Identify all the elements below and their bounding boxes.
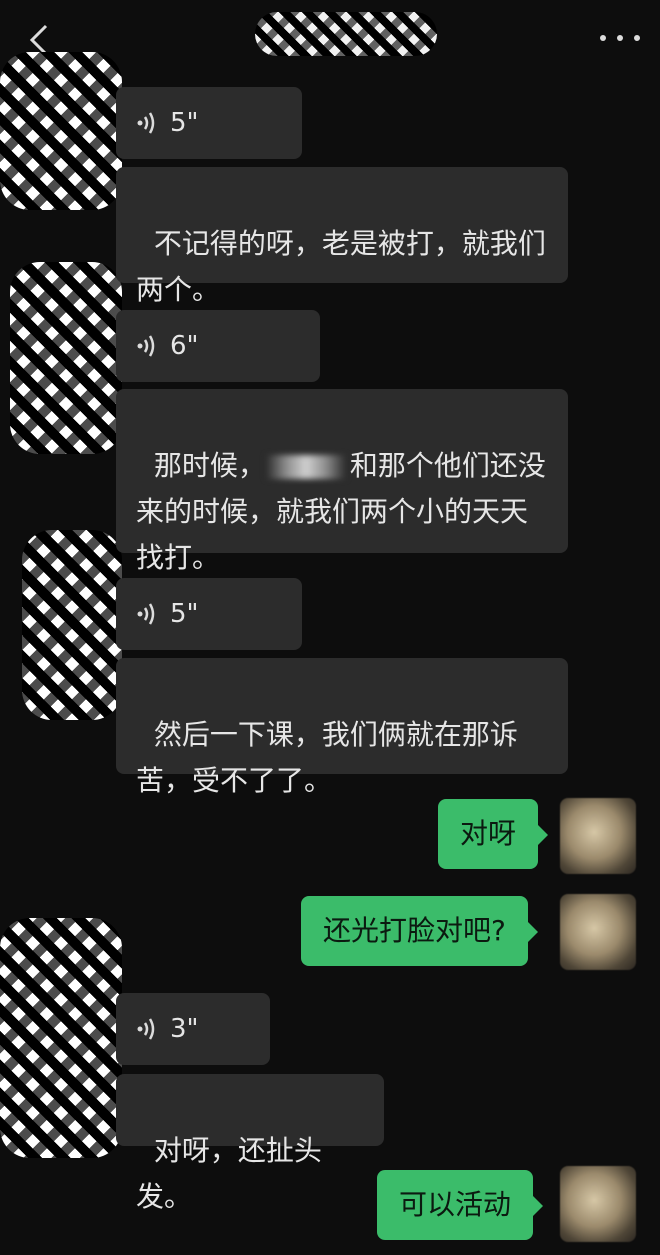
voice-duration: 5" <box>170 108 199 138</box>
message-text: 然后一下课，我们俩就在那诉苦，受不了了。 <box>136 718 518 797</box>
message-text: 还光打脸对吧? <box>323 914 506 947</box>
voice-duration: 6" <box>170 331 199 361</box>
self-avatar[interactable] <box>560 894 636 970</box>
voice-wave-icon <box>136 109 158 137</box>
voice-message[interactable]: 5" <box>116 87 302 159</box>
more-dot <box>617 35 623 41</box>
sent-message[interactable]: 还光打脸对吧? <box>301 896 538 966</box>
text-message[interactable]: 对呀，还扯头发。 <box>116 1074 384 1213</box>
sent-message[interactable]: 对呀 <box>438 799 549 869</box>
text-message[interactable]: 不记得的呀，老是被打，就我们两个。 <box>116 167 568 306</box>
message-text-prefix: 那时候， <box>153 449 266 482</box>
contact-avatar[interactable] <box>0 52 122 210</box>
text-message[interactable]: 那时候， 和那个他们还没来的时候，就我们两个小的天天找打。 <box>116 389 568 574</box>
message-text: 不记得的呀，老是被打，就我们两个。 <box>136 227 546 306</box>
self-avatar[interactable] <box>560 798 636 874</box>
text-message[interactable]: 然后一下课，我们俩就在那诉苦，受不了了。 <box>116 658 568 797</box>
voice-duration: 5" <box>170 599 199 629</box>
voice-wave-icon <box>136 332 158 360</box>
voice-message[interactable]: 5" <box>116 578 302 650</box>
voice-message[interactable]: 3" <box>116 993 270 1065</box>
sent-message[interactable]: 可以活动 <box>377 1170 544 1240</box>
voice-wave-icon <box>136 1015 158 1043</box>
contact-avatar[interactable] <box>22 530 122 720</box>
redacted-name <box>265 455 346 479</box>
contact-avatar[interactable] <box>0 918 122 1158</box>
message-text: 可以活动 <box>399 1188 512 1221</box>
contact-avatar[interactable] <box>10 262 122 454</box>
more-button[interactable] <box>600 28 640 48</box>
message-text: 对呀，还扯头发。 <box>136 1134 322 1213</box>
self-avatar[interactable] <box>560 1166 636 1242</box>
voice-wave-icon <box>136 600 158 628</box>
more-dot <box>600 35 606 41</box>
more-dot <box>634 35 640 41</box>
voice-duration: 3" <box>170 1014 199 1044</box>
chat-title-redacted <box>255 12 437 56</box>
voice-message[interactable]: 6" <box>116 310 320 382</box>
message-text: 对呀 <box>460 817 517 850</box>
